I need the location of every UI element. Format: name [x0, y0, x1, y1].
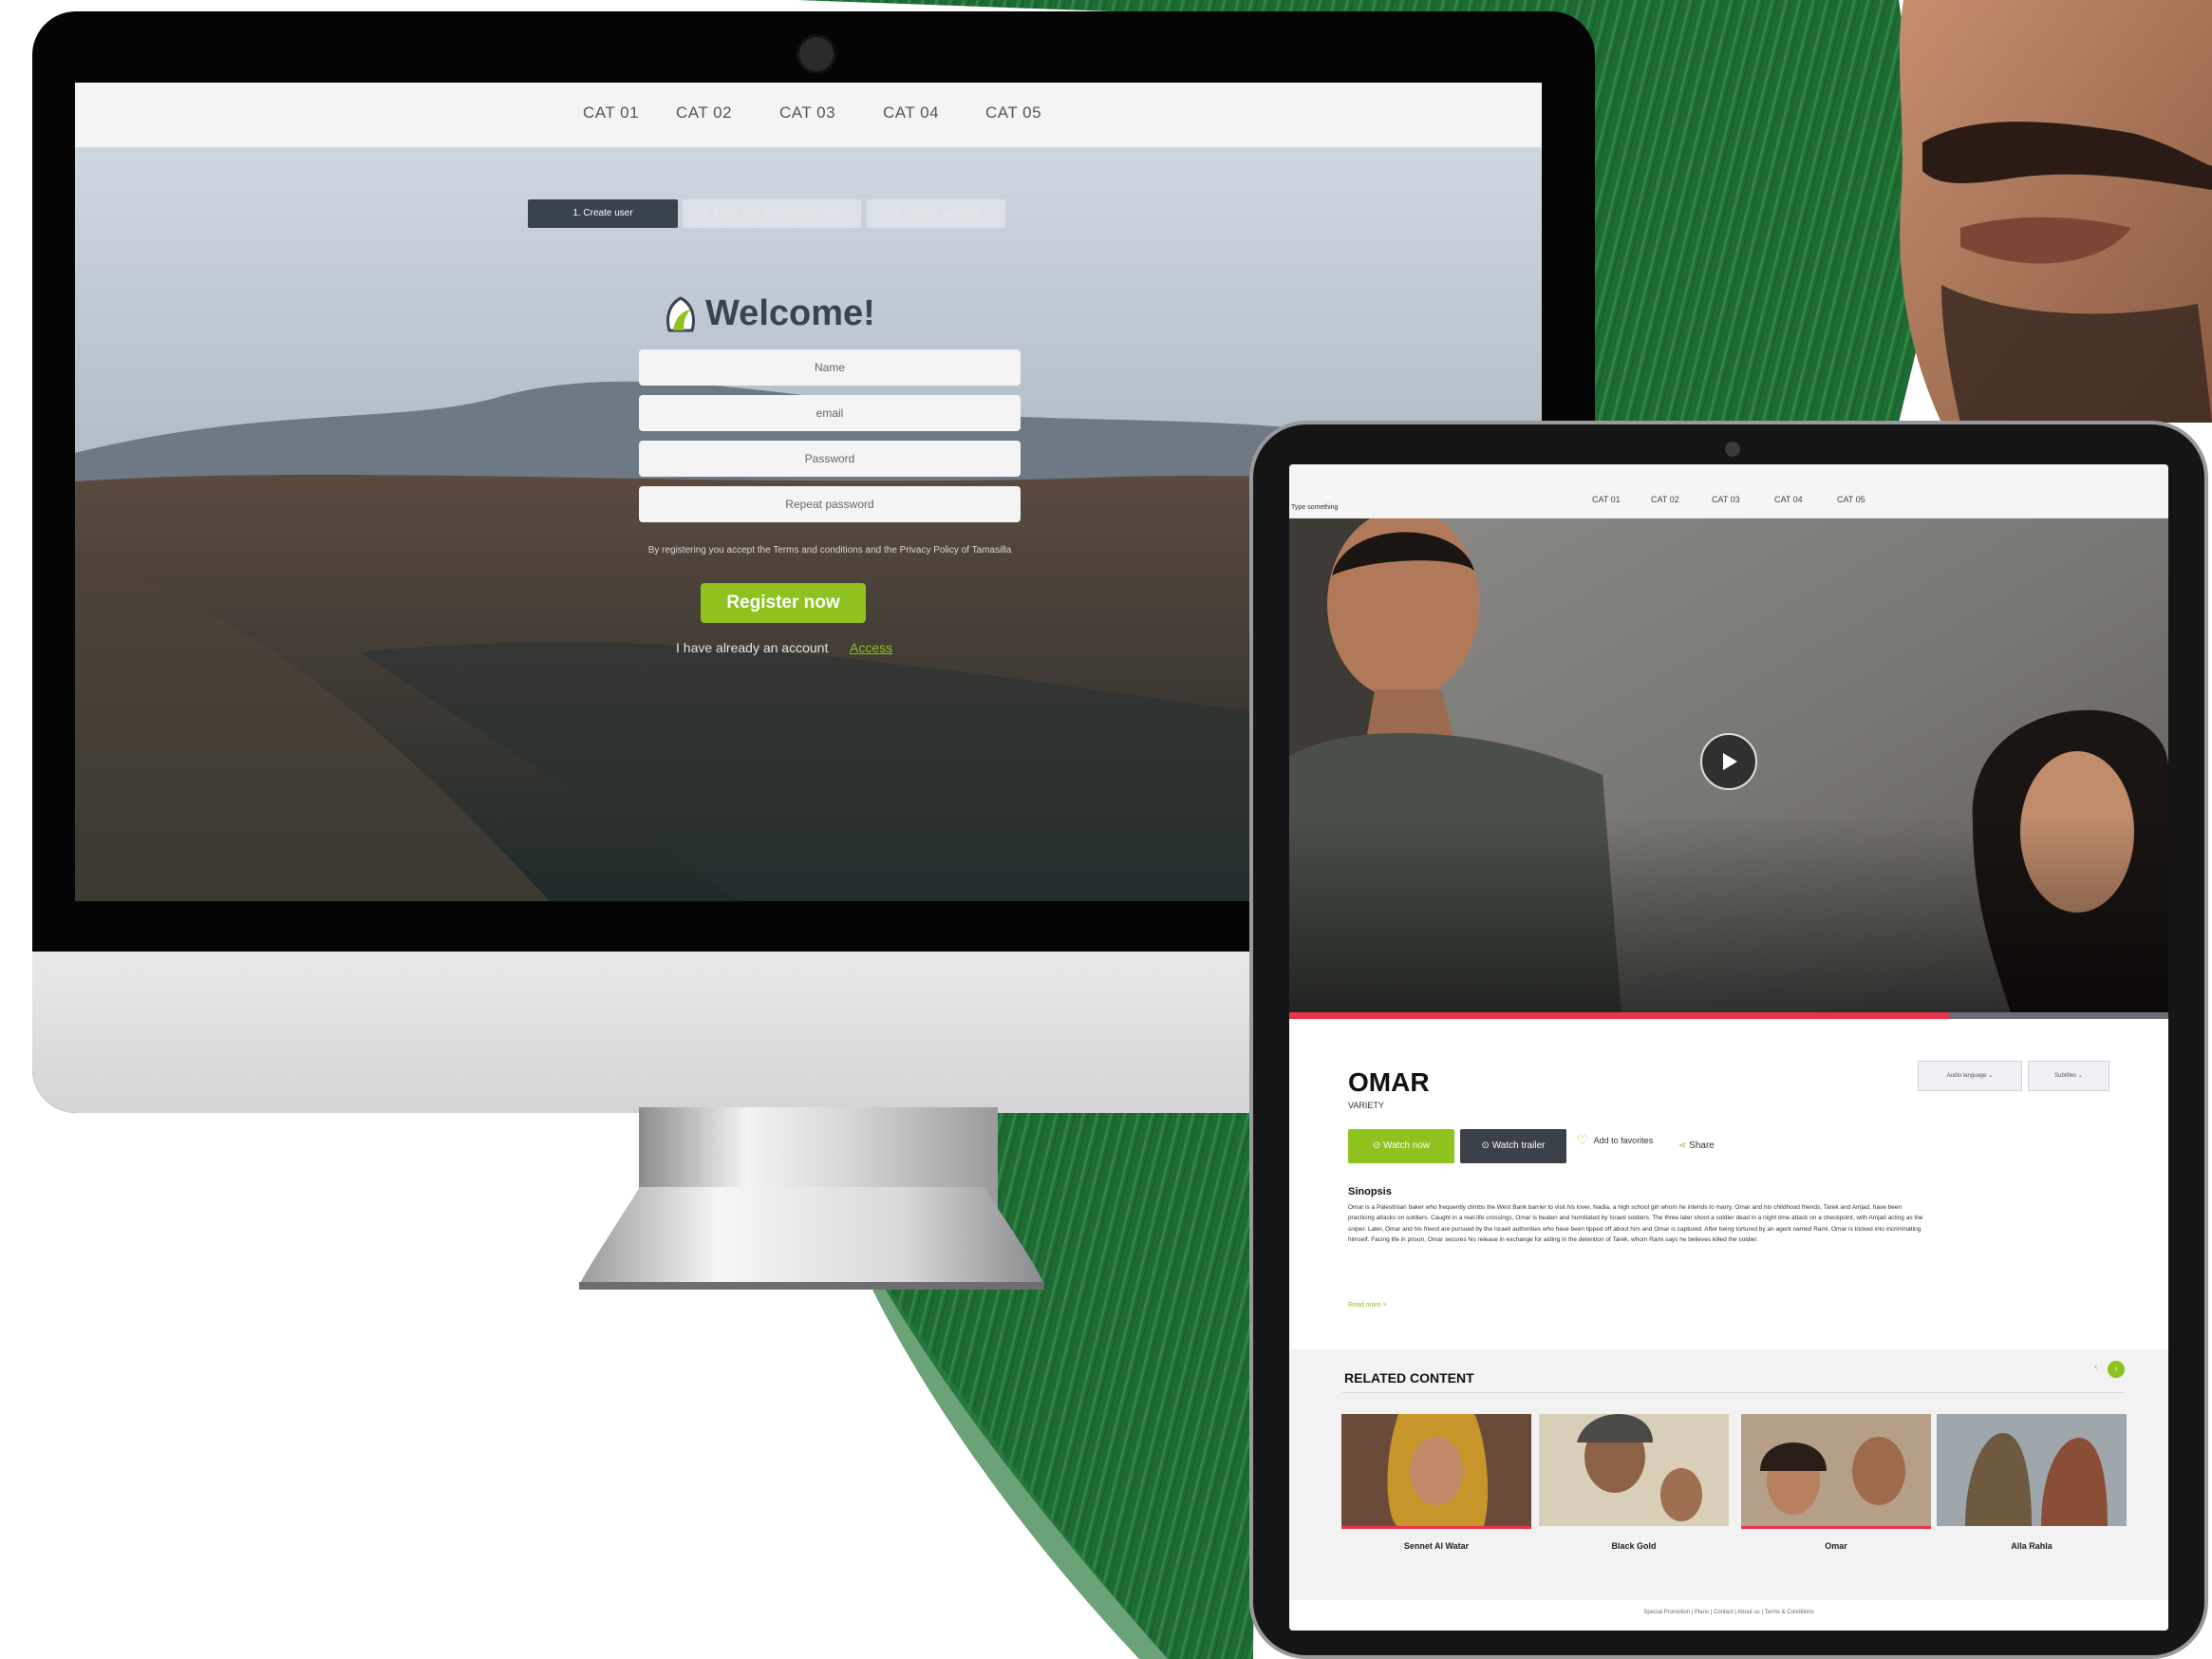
- movie-genre: VARIETY: [1348, 1101, 1384, 1110]
- related-divider: [1342, 1392, 2125, 1393]
- subtitles-select[interactable]: Subtitles ⌄: [2028, 1061, 2109, 1091]
- tablet-nav-cat04[interactable]: CAT 04: [1774, 495, 1803, 504]
- watch-now-button[interactable]: ⊙ Watch now: [1348, 1129, 1454, 1163]
- synopsis-text: Omar is a Palestinian baker who frequent…: [1348, 1204, 1923, 1244]
- related-card-black-gold[interactable]: [1539, 1414, 1729, 1526]
- chevron-down-icon: ⌄: [1988, 1073, 1994, 1079]
- tamasilla-logo-icon: [666, 296, 695, 332]
- related-card-omar[interactable]: [1741, 1414, 1931, 1526]
- watch-trailer-label: Watch trailer: [1491, 1141, 1546, 1151]
- add-favorites-button[interactable]: ♡ Add to favorites: [1577, 1133, 1681, 1147]
- email-field[interactable]: email: [639, 395, 1021, 431]
- read-more-link[interactable]: Read more >: [1348, 1302, 1387, 1309]
- tablet-device: Type something CAT 01 CAT 02 CAT 03 CAT …: [1249, 421, 2208, 1659]
- tablet-search[interactable]: Type something: [1291, 504, 1338, 511]
- related-title-alla-rahla: Alla Rahla: [2011, 1541, 2053, 1551]
- tablet-nav-cat05[interactable]: CAT 05: [1837, 495, 1865, 504]
- audio-language-label: Audio language: [1946, 1073, 1987, 1079]
- play-button[interactable]: [1700, 733, 1757, 790]
- camera-icon: [797, 34, 836, 74]
- footer-links[interactable]: Special Promotion | Plans | Contact | Ab…: [1289, 1610, 2168, 1615]
- subtitles-label: Subtitles: [2054, 1073, 2077, 1079]
- related-thumb-black-gold: [1539, 1414, 1729, 1526]
- related-title-sennet: Sennet Al Watar: [1403, 1541, 1470, 1551]
- name-field[interactable]: Name: [639, 349, 1021, 386]
- account-text: I have already an account: [676, 640, 829, 655]
- terms-text: By registering you accept the Terms and …: [647, 545, 1012, 556]
- related-card-sennet[interactable]: [1341, 1414, 1531, 1526]
- related-progress-bar: [1341, 1526, 1531, 1529]
- tablet-nav-cat01[interactable]: CAT 01: [1592, 495, 1621, 504]
- related-title: RELATED CONTENT: [1344, 1370, 1474, 1386]
- access-link[interactable]: Access: [850, 640, 892, 655]
- related-thumb-sennet: [1341, 1414, 1531, 1526]
- desktop-nav-cat01[interactable]: CAT 01: [583, 104, 639, 123]
- desktop-nav-cat05[interactable]: CAT 05: [985, 104, 1041, 123]
- related-title-black-gold: Black Gold: [1611, 1541, 1657, 1551]
- video-progress-fill: [1289, 1012, 1949, 1019]
- related-title-omar: Omar: [1825, 1541, 1847, 1551]
- tablet-nav-cat02[interactable]: CAT 02: [1651, 495, 1679, 504]
- related-thumb-alla-rahla: [1937, 1414, 2127, 1526]
- face-photo: [1899, 0, 2212, 423]
- tablet-footer: [1289, 1600, 2168, 1631]
- watch-now-label: Watch now: [1383, 1141, 1431, 1151]
- desktop-nav-cat02[interactable]: CAT 02: [676, 104, 732, 123]
- audio-language-select[interactable]: Audio language ⌄: [1918, 1061, 2022, 1091]
- monitor-stand-foot: [579, 1187, 1044, 1290]
- share-label: Share: [1689, 1141, 1715, 1151]
- share-button[interactable]: ⋖ Share: [1678, 1141, 1715, 1151]
- watch-trailer-button[interactable]: ⊙ Watch trailer: [1460, 1129, 1566, 1163]
- favorites-label: Add to favorites: [1593, 1136, 1654, 1145]
- related-progress-bar: [1741, 1526, 1931, 1529]
- video-progress-track[interactable]: [1289, 1012, 2168, 1019]
- heart-icon: ♡: [1577, 1133, 1588, 1147]
- desktop-nav-cat03[interactable]: CAT 03: [779, 104, 835, 123]
- welcome-title: Welcome!: [705, 293, 875, 333]
- password-field[interactable]: Password: [639, 441, 1021, 477]
- play-icon: [1723, 753, 1737, 770]
- share-icon: ⋖: [1678, 1141, 1687, 1151]
- chevron-right-icon[interactable]: ›: [2108, 1361, 2125, 1378]
- step-select-plan[interactable]: 2. Select plan (promotional code): [683, 199, 861, 228]
- tablet-camera-icon: [1725, 442, 1740, 457]
- related-thumb-omar: [1741, 1414, 1931, 1526]
- tablet-nav-cat03[interactable]: CAT 03: [1712, 495, 1740, 504]
- step-create-user[interactable]: 1. Create user: [528, 199, 678, 228]
- related-card-alla-rahla[interactable]: [1937, 1414, 2127, 1526]
- step-confirm-payment[interactable]: 3. Confirm payment: [867, 199, 1005, 228]
- chevron-left-icon[interactable]: ‹: [2094, 1362, 2097, 1372]
- synopsis-title: Sinopsis: [1348, 1186, 1392, 1197]
- chevron-down-icon: ⌄: [2077, 1073, 2083, 1079]
- tablet-nav-bar: [1289, 464, 2168, 518]
- desktop-nav-cat04[interactable]: CAT 04: [883, 104, 939, 123]
- repeat-password-field[interactable]: Repeat password: [639, 486, 1021, 522]
- register-button[interactable]: Register now: [701, 583, 866, 623]
- tablet-screen: Type something CAT 01 CAT 02 CAT 03 CAT …: [1289, 464, 2168, 1631]
- movie-title: OMAR: [1348, 1067, 1430, 1097]
